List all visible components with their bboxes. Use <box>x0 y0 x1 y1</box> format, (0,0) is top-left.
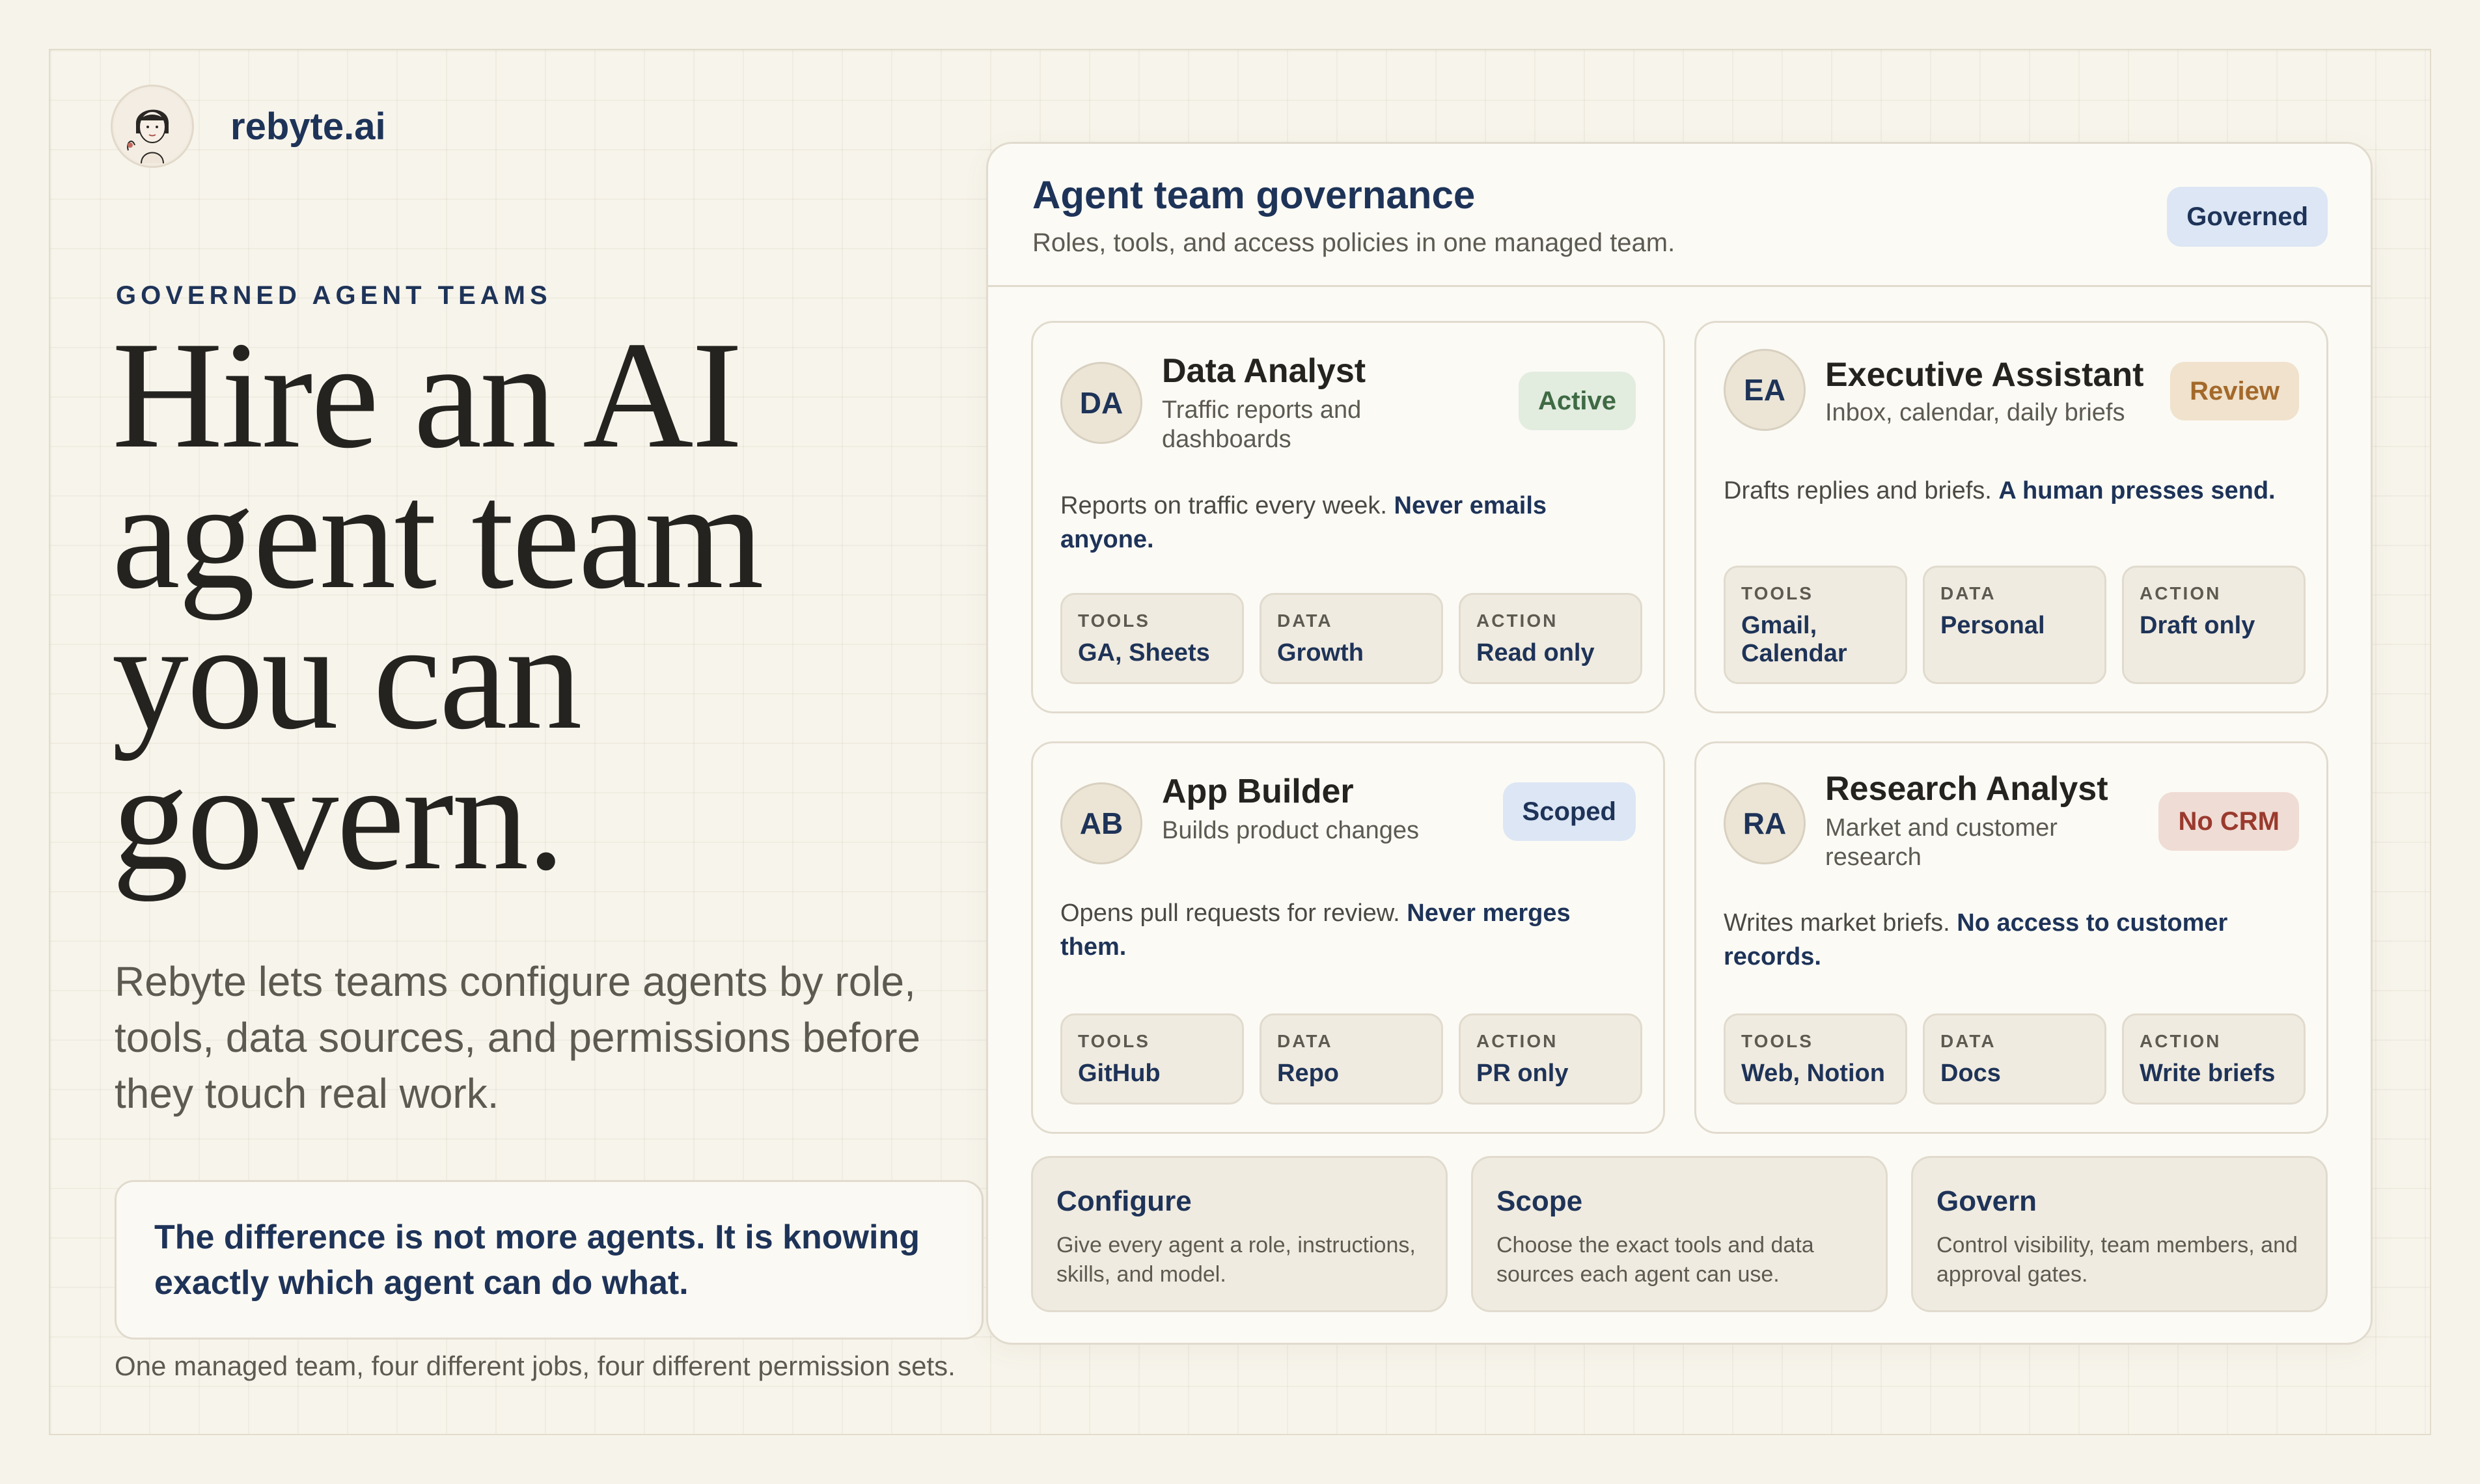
permission-chips: TOOLS Web, Notion DATA Docs ACTION Write br… <box>1724 1013 2306 1105</box>
agent-policy-text: Writes market briefs. <box>1724 909 1957 937</box>
callout-text: The difference is not more agents. It is… <box>154 1218 920 1302</box>
chip-value: Personal <box>1940 612 2045 639</box>
chip-key: DATA <box>1940 1031 1996 1051</box>
chip-value: PR only <box>1476 1060 1569 1087</box>
permission-chips: TOOLS GA, Sheets DATA Growth ACTION Read on… <box>1060 593 1642 684</box>
step-text: Control visibility, team members, and ap… <box>1936 1233 2298 1287</box>
panel-subtitle: Roles, tools, and access policies in one… <box>1032 228 1675 257</box>
chip-key: TOOLS <box>1741 1031 1813 1051</box>
chip-action: ACTION PR only <box>1459 1013 1642 1105</box>
chip-data: DATA Growth <box>1260 593 1443 684</box>
chip-value: GA, Sheets <box>1078 639 1210 666</box>
chip-key: ACTION <box>1476 1031 1558 1051</box>
chip-key: ACTION <box>2140 1031 2222 1051</box>
agent-monogram: RA <box>1724 782 1806 864</box>
headline: Hire an AI agent team you can govern. <box>112 310 764 902</box>
chip-tools: TOOLS GitHub <box>1060 1013 1244 1105</box>
agent-policy: Drafts replies and briefs. A human press… <box>1724 474 2303 508</box>
agent-card-app-builder[interactable]: AB App Builder Builds product changes Sc… <box>1031 741 1665 1134</box>
chip-value: Draft only <box>2140 612 2255 639</box>
chip-data: DATA Docs <box>1923 1013 2106 1105</box>
step-title: Govern <box>1936 1185 2037 1217</box>
agent-name: Executive Assistant <box>1825 356 2144 394</box>
chip-action: ACTION Read only <box>1459 593 1642 684</box>
step-govern: Govern Control visibility, team members,… <box>1911 1156 2328 1312</box>
brand-name: rebyte.ai <box>230 105 386 148</box>
step-configure: Configure Give every agent a role, instr… <box>1031 1156 1448 1312</box>
permission-chips: TOOLS Gmail, Calendar DATA Personal ACTION… <box>1724 566 2306 684</box>
agent-policy: Writes market briefs. No access to custo… <box>1724 906 2303 974</box>
governance-panel: Agent team governance Roles, tools, and … <box>986 142 2373 1345</box>
chip-value: GitHub <box>1078 1060 1161 1087</box>
chip-key: ACTION <box>1476 611 1558 631</box>
agent-name: Data Analyst <box>1162 352 1366 390</box>
agent-description: Inbox, calendar, daily briefs <box>1825 399 2125 426</box>
step-title: Configure <box>1056 1185 1192 1217</box>
chip-key: TOOLS <box>1078 1031 1150 1051</box>
chip-value: Growth <box>1277 639 1364 666</box>
brand[interactable]: rebyte.ai <box>111 85 386 168</box>
step-text: Give every agent a role, instructions, s… <box>1056 1233 1416 1287</box>
agent-description: Builds product changes <box>1162 817 1420 844</box>
status-badge: Active <box>1518 372 1636 430</box>
callout-box: The difference is not more agents. It is… <box>115 1180 984 1340</box>
step-text: Choose the exact tools and data sources … <box>1496 1233 1814 1287</box>
chip-action: ACTION Draft only <box>2122 566 2306 684</box>
chip-value: Read only <box>1476 639 1595 666</box>
chip-key: TOOLS <box>1078 611 1150 631</box>
agent-policy-text: Opens pull requests for review. <box>1060 900 1407 927</box>
agent-policy: Reports on traffic every week. Never ema… <box>1060 489 1640 556</box>
agent-monogram: EA <box>1724 349 1806 431</box>
status-badge: Review <box>2170 362 2299 420</box>
chip-tools: TOOLS GA, Sheets <box>1060 593 1244 684</box>
step-scope: Scope Choose the exact tools and data so… <box>1471 1156 1888 1312</box>
chip-tools: TOOLS Web, Notion <box>1724 1013 1907 1105</box>
agent-card-executive-assistant[interactable]: EA Executive Assistant Inbox, calendar, … <box>1694 321 2328 713</box>
agent-policy: Opens pull requests for review. Never me… <box>1060 896 1640 964</box>
chip-tools: TOOLS Gmail, Calendar <box>1724 566 1907 684</box>
chip-key: DATA <box>1940 583 1996 603</box>
agent-name: Research Analyst <box>1825 770 2108 808</box>
agent-monogram: DA <box>1060 362 1142 444</box>
chip-key: TOOLS <box>1741 583 1813 603</box>
chip-value: Docs <box>1940 1060 2001 1087</box>
agent-monogram: AB <box>1060 782 1142 864</box>
status-badge: No CRM <box>2158 792 2299 851</box>
agent-card-data-analyst[interactable]: DA Data Analyst Traffic reports and dash… <box>1031 321 1665 713</box>
chip-value: Repo <box>1277 1060 1339 1087</box>
status-badge: Scoped <box>1502 782 1636 841</box>
panel-header: Agent team governance Roles, tools, and … <box>988 144 2371 287</box>
agent-name: App Builder <box>1162 773 1354 810</box>
permission-chips: TOOLS GitHub DATA Repo ACTION PR only <box>1060 1013 1642 1105</box>
chip-action: ACTION Write briefs <box>2122 1013 2306 1105</box>
chip-key: ACTION <box>2140 583 2222 603</box>
agent-card-research-analyst[interactable]: RA Research Analyst Market and customer … <box>1694 741 2328 1134</box>
footnote: One managed team, four different jobs, f… <box>115 1351 956 1381</box>
chip-value: Write briefs <box>2140 1060 2276 1087</box>
lede: Rebyte lets teams configure agents by ro… <box>115 958 920 1117</box>
chip-value: Web, Notion <box>1741 1060 1885 1087</box>
step-title: Scope <box>1496 1185 1583 1217</box>
agent-policy-emphasis: A human presses send. <box>1998 477 2276 504</box>
governed-badge: Governed <box>2167 187 2328 247</box>
agent-policy-text: Drafts replies and briefs. <box>1724 477 1999 504</box>
chip-data: DATA Repo <box>1260 1013 1443 1105</box>
panel-title: Agent team governance <box>1032 173 1476 217</box>
agent-description: Traffic reports and dashboards <box>1162 396 1362 453</box>
brand-logo <box>111 85 194 168</box>
illustrated-portrait-icon <box>115 89 190 164</box>
agent-policy-text: Reports on traffic every week. <box>1060 492 1394 519</box>
chip-value: Gmail, Calendar <box>1741 612 1847 667</box>
chip-data: DATA Personal <box>1923 566 2106 684</box>
agent-description: Market and customer research <box>1825 814 2058 871</box>
chip-key: DATA <box>1277 611 1333 631</box>
chip-key: DATA <box>1277 1031 1333 1051</box>
eyebrow: GOVERNED AGENT TEAMS <box>116 281 552 310</box>
